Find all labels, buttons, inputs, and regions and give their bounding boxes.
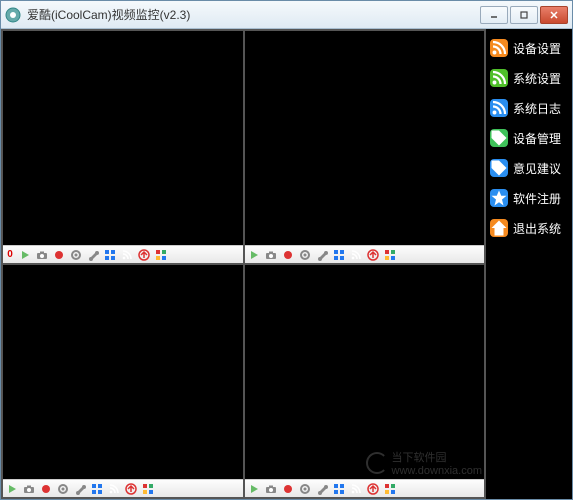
camera-cell[interactable] bbox=[245, 31, 485, 263]
camera-video[interactable] bbox=[3, 31, 243, 245]
rss-icon bbox=[490, 69, 508, 87]
client-area: 0 设备设置系统设置系统日志设备管理意见建议软件注册退出系统 当下软件园 www… bbox=[1, 29, 572, 499]
tag-icon bbox=[490, 129, 508, 147]
fullscreen-icon[interactable] bbox=[332, 248, 346, 262]
feed-icon[interactable] bbox=[107, 482, 121, 496]
record-icon[interactable] bbox=[281, 248, 295, 262]
camera-icon[interactable] bbox=[264, 482, 278, 496]
fullscreen-icon[interactable] bbox=[332, 482, 346, 496]
camera-video[interactable] bbox=[245, 265, 485, 479]
upload-icon[interactable] bbox=[366, 482, 380, 496]
sidebar-item-label: 系统日志 bbox=[513, 100, 561, 117]
play-icon[interactable] bbox=[5, 482, 19, 496]
minimize-button[interactable] bbox=[480, 6, 508, 24]
feed-icon[interactable] bbox=[349, 248, 363, 262]
gear-icon[interactable] bbox=[298, 482, 312, 496]
titlebar: 爱酷(iCoolCam)视频监控(v2.3) bbox=[1, 1, 572, 29]
camera-cell[interactable] bbox=[245, 265, 485, 497]
camera-cell[interactable] bbox=[3, 265, 243, 497]
rss-icon bbox=[490, 39, 508, 57]
grid-icon[interactable] bbox=[154, 248, 168, 262]
record-icon[interactable] bbox=[281, 482, 295, 496]
camera-icon[interactable] bbox=[22, 482, 36, 496]
sidebar-item-label: 系统设置 bbox=[513, 70, 561, 87]
sidebar-item-label: 设备管理 bbox=[513, 130, 561, 147]
window-controls bbox=[478, 6, 568, 24]
home-icon bbox=[490, 219, 508, 237]
window-title: 爱酷(iCoolCam)视频监控(v2.3) bbox=[27, 6, 478, 23]
rss-icon bbox=[490, 99, 508, 117]
camera-video[interactable] bbox=[245, 31, 485, 245]
gear-icon[interactable] bbox=[56, 482, 70, 496]
sidebar-item[interactable]: 退出系统 bbox=[490, 217, 568, 239]
fullscreen-icon[interactable] bbox=[90, 482, 104, 496]
feed-icon[interactable] bbox=[120, 248, 134, 262]
upload-icon[interactable] bbox=[124, 482, 138, 496]
app-window: 爱酷(iCoolCam)视频监控(v2.3) 0 设备设置系统设置系统日志设备管… bbox=[0, 0, 573, 500]
feed-icon[interactable] bbox=[349, 482, 363, 496]
sidebar-item[interactable]: 软件注册 bbox=[490, 187, 568, 209]
sidebar-item[interactable]: 系统设置 bbox=[490, 67, 568, 89]
gear-icon[interactable] bbox=[69, 248, 83, 262]
sidebar-item[interactable]: 系统日志 bbox=[490, 97, 568, 119]
sidebar-item[interactable]: 意见建议 bbox=[490, 157, 568, 179]
wrench-icon[interactable] bbox=[73, 482, 87, 496]
sidebar-item-label: 意见建议 bbox=[513, 160, 561, 177]
camera-toolbar bbox=[245, 245, 485, 263]
camera-video[interactable] bbox=[3, 265, 243, 479]
app-icon bbox=[5, 7, 21, 23]
record-icon[interactable] bbox=[39, 482, 53, 496]
play-icon[interactable] bbox=[247, 248, 261, 262]
upload-icon[interactable] bbox=[366, 248, 380, 262]
upload-icon[interactable] bbox=[137, 248, 151, 262]
grid-icon[interactable] bbox=[383, 248, 397, 262]
sidebar-item[interactable]: 设备设置 bbox=[490, 37, 568, 59]
tag-icon bbox=[490, 159, 508, 177]
wrench-icon[interactable] bbox=[86, 248, 100, 262]
gear-icon[interactable] bbox=[298, 248, 312, 262]
close-button[interactable] bbox=[540, 6, 568, 24]
star-icon bbox=[490, 189, 508, 207]
grid-icon[interactable] bbox=[141, 482, 155, 496]
sidebar-item[interactable]: 设备管理 bbox=[490, 127, 568, 149]
wrench-icon[interactable] bbox=[315, 248, 329, 262]
wrench-icon[interactable] bbox=[315, 482, 329, 496]
sidebar-item-label: 软件注册 bbox=[513, 190, 561, 207]
maximize-button[interactable] bbox=[510, 6, 538, 24]
camera-icon[interactable] bbox=[35, 248, 49, 262]
sidebar: 设备设置系统设置系统日志设备管理意见建议软件注册退出系统 bbox=[486, 29, 572, 499]
camera-cell[interactable]: 0 bbox=[3, 31, 243, 263]
fullscreen-icon[interactable] bbox=[103, 248, 117, 262]
play-icon[interactable] bbox=[247, 482, 261, 496]
sidebar-item-label: 设备设置 bbox=[513, 40, 561, 57]
camera-index: 0 bbox=[5, 249, 15, 260]
record-icon[interactable] bbox=[52, 248, 66, 262]
grid-icon[interactable] bbox=[383, 482, 397, 496]
camera-icon[interactable] bbox=[264, 248, 278, 262]
camera-toolbar bbox=[245, 479, 485, 497]
camera-toolbar bbox=[3, 479, 243, 497]
sidebar-item-label: 退出系统 bbox=[513, 220, 561, 237]
play-icon[interactable] bbox=[18, 248, 32, 262]
camera-grid: 0 bbox=[1, 29, 486, 499]
camera-toolbar: 0 bbox=[3, 245, 243, 263]
